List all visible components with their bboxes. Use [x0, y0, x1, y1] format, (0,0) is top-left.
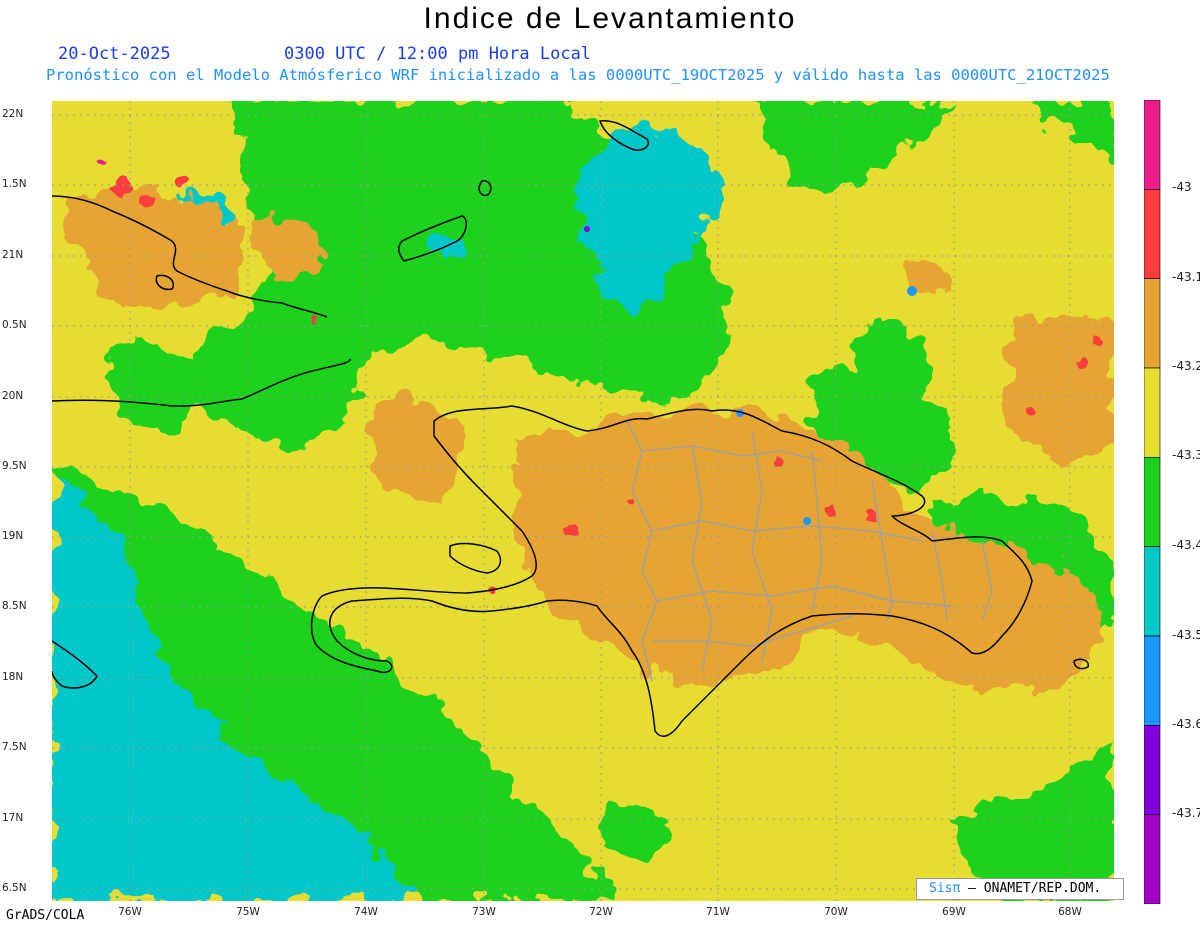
colorbar-segment [1144, 814, 1161, 904]
grads-footer: GrADS/COLA [6, 908, 85, 923]
colorbar-segment [1144, 189, 1161, 279]
colorbar-segment [1144, 546, 1161, 637]
lon-label: 71W [706, 906, 730, 918]
colorbar-label: -43.3 [1172, 448, 1200, 462]
colorbar-segment [1144, 725, 1161, 815]
map-title: Indice de Levantamiento [423, 2, 797, 35]
colorbar-segment [1144, 367, 1161, 458]
lat-label: 1.5N [2, 178, 27, 190]
colorbar-label: -43.4 [1172, 538, 1200, 552]
lon-label: 76W [118, 906, 142, 918]
forecast-time: 0300 UTC / 12:00 pm Hora Local [284, 44, 592, 64]
lat-label: 17N [2, 812, 24, 824]
lat-label: 9.5N [2, 460, 27, 472]
lat-label: 22N [2, 108, 24, 120]
map-field [52, 101, 1114, 901]
lon-label: 72W [589, 906, 613, 918]
colorbar-label: -43.5 [1172, 628, 1200, 642]
lat-label: 8.5N [2, 600, 27, 612]
lifted-index-map [52, 101, 1114, 901]
lon-label: 74W [354, 906, 378, 918]
lon-label: 73W [472, 906, 496, 918]
lon-label: 75W [236, 906, 260, 918]
lat-label: 18N [2, 671, 24, 683]
colorbar [1144, 100, 1161, 904]
lon-label: 68W [1058, 906, 1082, 918]
model-subtitle: Pronóstico con el Modelo Atmósferico WRF… [46, 66, 1110, 84]
colorbar-label: -43.2 [1172, 359, 1200, 373]
credit-text: – ONAMET/REP.DOM. [960, 881, 1102, 896]
colorbar-segment [1144, 100, 1161, 190]
colorbar-label: -43.1 [1172, 270, 1200, 284]
colorbar-label: -43.6 [1172, 717, 1200, 731]
credit-box: Sisπ – ONAMET/REP.DOM. [916, 878, 1124, 900]
colorbar-segment [1144, 278, 1161, 369]
forecast-date: 20-Oct-2025 [58, 44, 171, 64]
colorbar-label: -43.7 [1172, 806, 1200, 820]
colorbar-segment [1144, 635, 1161, 726]
lat-label: 19N [2, 530, 24, 542]
lat-label: 7.5N [2, 741, 27, 753]
colorbar-segment [1144, 457, 1161, 547]
lat-label: 6.5N [2, 882, 27, 894]
lon-label: 69W [942, 906, 966, 918]
lat-label: 20N [2, 390, 24, 402]
lat-label: 0.5N [2, 319, 27, 331]
lat-label: 21N [2, 249, 24, 261]
colorbar-label: -43 [1172, 180, 1192, 194]
lon-label: 70W [824, 906, 848, 918]
sispi-logo: Sisπ [929, 881, 961, 896]
